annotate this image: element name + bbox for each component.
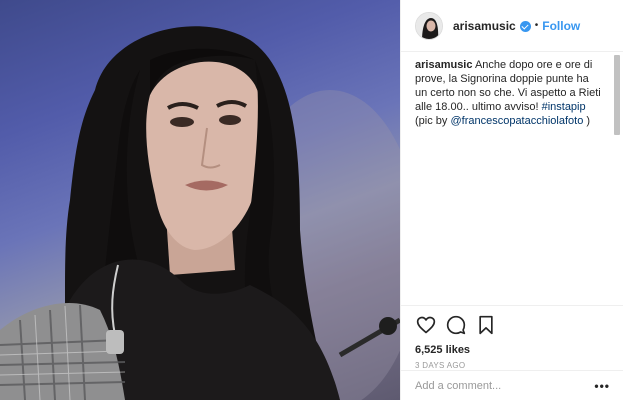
likes-count[interactable]: 6,525 likes — [415, 344, 610, 356]
mention-link[interactable]: @francescopatacchiolafoto — [450, 115, 583, 127]
heart-icon — [416, 316, 436, 334]
caption-username[interactable]: arisamusic — [415, 59, 472, 71]
header-separator: • — [534, 20, 539, 31]
save-button[interactable] — [475, 314, 497, 336]
like-button[interactable] — [415, 314, 437, 336]
scrollbar-thumb[interactable] — [614, 55, 620, 135]
portrait-image — [0, 26, 400, 400]
post-header: arisamusic • Follow — [401, 0, 623, 52]
post-caption: arisamusic Anche dopo ore e ore di prove… — [415, 53, 610, 128]
post-actions: 6,525 likes 3 DAYS AGO — [401, 305, 623, 370]
caption-text-3: ) — [583, 115, 591, 127]
follow-button[interactable]: Follow — [542, 19, 580, 33]
comment-button[interactable] — [445, 314, 467, 336]
username-link[interactable]: arisamusic — [453, 19, 516, 33]
hashtag-link[interactable]: #instapip — [542, 101, 586, 113]
caption-scrollbar[interactable] — [614, 53, 620, 305]
post-timestamp[interactable]: 3 DAYS AGO — [415, 361, 610, 370]
bookmark-icon — [479, 315, 493, 335]
post-photo[interactable] — [0, 0, 400, 400]
avatar[interactable] — [415, 11, 443, 40]
more-options-icon[interactable]: ••• — [594, 379, 610, 393]
comment-input[interactable] — [415, 379, 595, 392]
comment-icon — [446, 315, 466, 335]
caption-area[interactable]: arisamusic Anche dopo ore e ore di prove… — [401, 53, 623, 305]
avatar-image — [416, 12, 442, 39]
verified-badge-icon — [519, 21, 531, 32]
post-details-panel: arisamusic • Follow arisamusic Anche dop… — [400, 0, 623, 400]
comment-section: ••• — [401, 370, 623, 400]
caption-text-2: (pic by — [415, 115, 451, 127]
action-icons-row — [415, 312, 610, 338]
